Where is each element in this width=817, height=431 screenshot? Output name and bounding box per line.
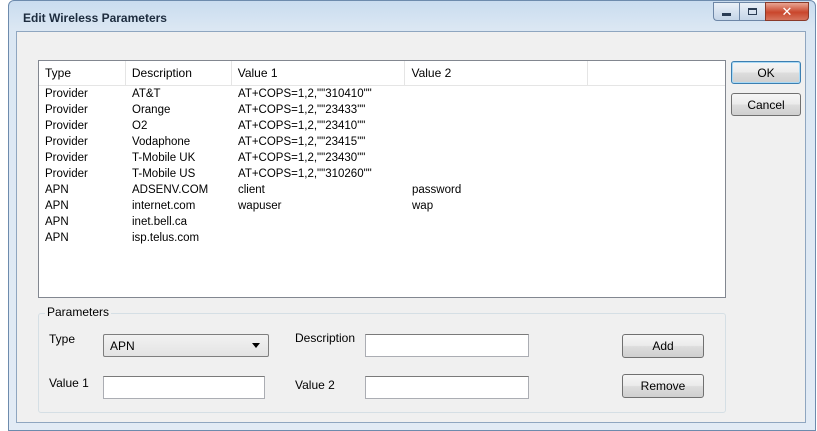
caption-buttons: ✕	[713, 2, 809, 22]
remove-button[interactable]: Remove	[622, 374, 704, 398]
cell-type: APN	[45, 232, 69, 244]
table-row[interactable]: APN ADSENV.COM client password	[39, 182, 725, 198]
cell-type: Provider	[45, 120, 88, 132]
table-row[interactable]: APN internet.com wapuser wap	[39, 198, 725, 214]
type-dropdown[interactable]: APN	[103, 334, 269, 357]
cell-description: AT&T	[132, 88, 161, 100]
parameters-group-label: Parameters	[45, 305, 112, 319]
parameters-list[interactable]: Type Description Value 1 Value 2 Provide…	[38, 60, 726, 298]
cell-value-1: AT+COPS=1,2,""23430""	[238, 152, 366, 164]
parameters-group: Parameters Type APN Description Value 1 …	[38, 305, 726, 413]
list-header: Type Description Value 1 Value 2	[39, 61, 725, 86]
cell-type: Provider	[45, 168, 88, 180]
cell-value-1: client	[238, 184, 265, 196]
column-header-type[interactable]: Type	[39, 61, 126, 85]
description-input[interactable]	[365, 334, 529, 357]
value-2-input[interactable]	[365, 376, 529, 399]
cell-value-2	[406, 230, 589, 246]
cell-type: Provider	[45, 136, 88, 148]
table-row[interactable]: Provider Orange AT+COPS=1,2,""23433""	[39, 102, 725, 118]
maximize-icon	[748, 8, 757, 15]
cell-value-2	[406, 166, 589, 182]
cell-type: Provider	[45, 104, 88, 116]
add-button[interactable]: Add	[622, 334, 704, 358]
cell-description: ADSENV.COM	[132, 184, 209, 196]
table-row[interactable]: Provider T-Mobile UK AT+COPS=1,2,""23430""	[39, 150, 725, 166]
description-label: Description	[295, 331, 356, 345]
chevron-down-icon	[252, 343, 260, 348]
cell-type: APN	[45, 216, 69, 228]
value-1-input[interactable]	[103, 376, 265, 399]
table-row[interactable]: APN inet.bell.ca	[39, 214, 725, 230]
close-button[interactable]: ✕	[765, 2, 809, 21]
cell-value-1	[232, 214, 406, 230]
cell-value-1: wapuser	[238, 200, 282, 212]
cell-value-1: AT+COPS=1,2,""23410""	[238, 120, 366, 132]
title-bar[interactable]: Edit Wireless Parameters ✕	[9, 1, 815, 31]
type-dropdown-value: APN	[110, 338, 135, 353]
minimize-button[interactable]	[713, 2, 739, 21]
column-header-value-2[interactable]: Value 2	[405, 61, 589, 85]
maximize-button[interactable]	[739, 2, 765, 21]
cell-description: isp.telus.com	[132, 232, 200, 244]
cell-value-2	[406, 86, 589, 102]
value-1-label: Value 1	[49, 376, 89, 390]
cell-type: APN	[45, 200, 69, 212]
cell-value-2	[406, 214, 589, 230]
value-2-label: Value 2	[295, 378, 335, 392]
cell-description: O2	[132, 120, 148, 132]
dialog-window: Edit Wireless Parameters ✕ Type Descript…	[8, 0, 816, 431]
column-header-value-1[interactable]: Value 1	[232, 61, 406, 85]
column-header-description[interactable]: Description	[126, 61, 232, 85]
table-row[interactable]: Provider T-Mobile US AT+COPS=1,2,""310260"…	[39, 166, 725, 182]
ok-button[interactable]: OK	[731, 61, 801, 84]
cell-type: Provider	[45, 152, 88, 164]
table-row[interactable]: Provider O2 AT+COPS=1,2,""23410""	[39, 118, 725, 134]
cell-value-1: AT+COPS=1,2,""310260""	[238, 168, 372, 180]
cell-value-1: AT+COPS=1,2,""310410""	[238, 88, 372, 100]
cell-value-2	[406, 102, 589, 118]
cell-description: Orange	[132, 104, 171, 116]
table-row[interactable]: Provider Vodaphone AT+COPS=1,2,""23415""	[39, 134, 725, 150]
cell-description: T-Mobile UK	[132, 152, 196, 164]
table-row[interactable]: Provider AT&T AT+COPS=1,2,""310410""	[39, 86, 725, 102]
cell-description: internet.com	[132, 200, 196, 212]
column-header-filler	[588, 61, 725, 85]
minimize-icon	[722, 13, 731, 16]
cell-value-1: AT+COPS=1,2,""23415""	[238, 136, 366, 148]
cell-type: Provider	[45, 88, 88, 100]
cancel-button[interactable]: Cancel	[731, 93, 801, 116]
cell-value-2: wap	[412, 200, 434, 212]
cell-value-2: password	[412, 184, 462, 196]
type-label: Type	[49, 332, 76, 346]
cell-value-1: AT+COPS=1,2,""23433""	[238, 104, 366, 116]
cell-description: Vodaphone	[132, 136, 191, 148]
cell-value-2	[406, 134, 589, 150]
dialog-client-area: Type Description Value 1 Value 2 Provide…	[16, 31, 806, 423]
cell-description: T-Mobile US	[132, 168, 196, 180]
table-row[interactable]: APN isp.telus.com	[39, 230, 725, 246]
cell-type: APN	[45, 184, 69, 196]
cell-value-1	[232, 230, 406, 246]
list-body: Provider AT&T AT+COPS=1,2,""310410"" Provid…	[39, 86, 725, 246]
window-title: Edit Wireless Parameters	[23, 11, 167, 25]
cell-description: inet.bell.ca	[132, 216, 187, 228]
cell-value-2	[406, 150, 589, 166]
close-icon: ✕	[781, 3, 793, 19]
cell-value-2	[406, 118, 589, 134]
